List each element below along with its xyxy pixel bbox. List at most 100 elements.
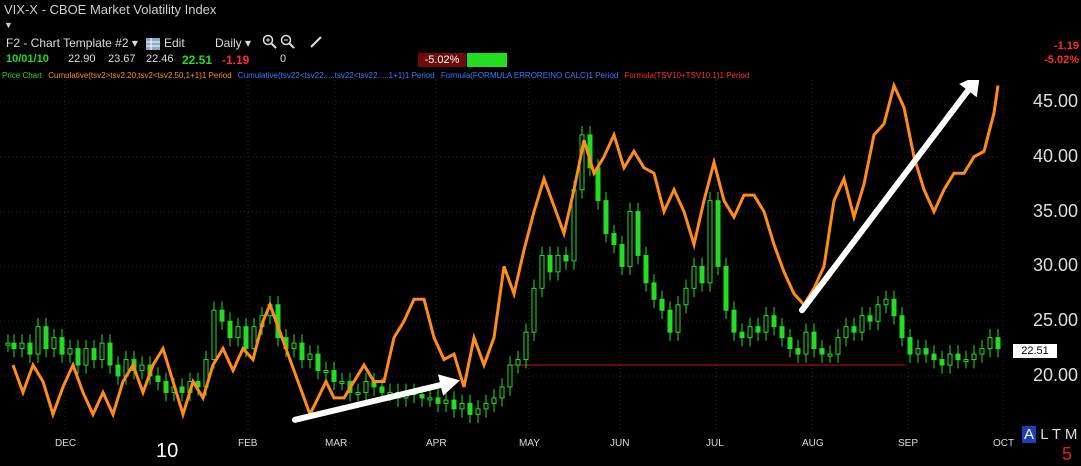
candle-body [27, 342, 33, 355]
x-tick-label: AUG [802, 438, 824, 449]
candle-body [331, 370, 337, 382]
trend-arrow-head-0 [437, 374, 460, 396]
quote-change: -1.19 [222, 53, 250, 67]
candle-body [931, 353, 937, 361]
candle-body [723, 265, 729, 311]
quote-high: 23.67 [108, 53, 136, 65]
candle-body [507, 364, 513, 388]
candle-body [675, 304, 681, 333]
candle-body [635, 211, 641, 256]
legend-indicator-2[interactable]: Cumulative(tsv22<tsv22.....tsv22<tsv22..… [238, 71, 435, 80]
candle-body [435, 397, 441, 404]
candle-body [307, 353, 313, 361]
candle-body [643, 254, 649, 284]
candle-body [939, 359, 945, 366]
scale-mode-rest[interactable]: L T M [1040, 426, 1077, 443]
candle-body [363, 380, 369, 393]
right-pct: -5.02% [1044, 54, 1079, 66]
candle-body [475, 408, 481, 415]
scale-mode-buttons[interactable]: A L T M [1022, 426, 1077, 443]
candle-body [227, 320, 233, 339]
x-tick-label: MAR [325, 438, 348, 449]
candle-body [883, 298, 889, 306]
candle-body [923, 348, 929, 355]
x-tick-label: JUN [610, 438, 630, 449]
candle-body [835, 337, 841, 355]
edit-button[interactable]: Edit [146, 36, 185, 50]
candle-body [515, 359, 521, 366]
candle-body [11, 342, 17, 350]
candle-body [843, 326, 849, 339]
candle-body [947, 353, 953, 366]
candle-body [179, 386, 185, 393]
legend-indicator-1[interactable]: Cumulative(tsv2>tsv2.20,tsv2<tsv2.50,1+1… [48, 71, 231, 80]
indicator-legend: Price Chart Cumulative(tsv2>tsv2.20,tsv2… [2, 71, 922, 80]
draw-pencil-icon[interactable] [308, 34, 324, 50]
candle-body [291, 342, 297, 350]
y-tick-label: 45.00 [1032, 91, 1078, 111]
title-dropdown-icon[interactable]: ▼ [4, 20, 13, 30]
candle-body [59, 337, 65, 355]
quote-volume: 0 [280, 53, 287, 65]
candle-body [91, 348, 97, 361]
candle-body [99, 342, 105, 361]
period-label: Daily [215, 36, 242, 50]
scale-mode-a[interactable]: A [1022, 426, 1037, 443]
grid-icon [146, 38, 160, 50]
right-change-panel: -1.19 -5.02% [1044, 40, 1079, 68]
candle-body [299, 342, 305, 361]
candle-body [819, 348, 825, 355]
candle-body [771, 315, 777, 328]
candle-body [115, 364, 121, 377]
y-tick-label: 40.00 [1032, 145, 1078, 166]
candle-body [155, 375, 161, 382]
candle-body [531, 287, 537, 333]
candle-body [323, 370, 329, 374]
candle-body [979, 348, 985, 355]
x-tick-label: DEC [55, 438, 77, 449]
candle-body [427, 397, 433, 401]
candle-body [459, 402, 465, 410]
candle-body [355, 391, 361, 395]
right-change: -1.19 [1053, 40, 1079, 52]
candle-body [611, 233, 617, 245]
candle-body [619, 243, 625, 267]
zoom-in-icon[interactable] [262, 34, 278, 50]
candle-body [499, 386, 505, 399]
edit-label: Edit [164, 36, 185, 50]
candle-body [419, 394, 425, 399]
candle-body [907, 337, 913, 355]
candle-body [699, 265, 705, 284]
candle-body [563, 254, 569, 262]
legend-indicator-3[interactable]: Formula(FORMULA ERROREINO CALC)1 Period [441, 71, 618, 80]
x-tick-label: OCT [993, 438, 1015, 449]
candle-body [315, 353, 321, 372]
candle-body [995, 337, 1001, 350]
price-chart[interactable] [0, 80, 1081, 430]
candle-body [43, 326, 49, 350]
quote-close: 22.51 [182, 53, 213, 67]
candle-body [75, 348, 81, 366]
candle-body [915, 348, 921, 355]
candle-body [707, 200, 713, 284]
quote-low: 22.46 [146, 53, 174, 65]
chart-template-dropdown[interactable]: F2 - Chart Template #2 ▾ [6, 36, 138, 50]
candle-body [51, 337, 57, 350]
legend-indicator-4[interactable]: Formula(TSV10+TSV10.1)1 Period [625, 71, 750, 80]
candle-body [603, 200, 609, 235]
period-dropdown[interactable]: Daily ▾ [215, 36, 251, 50]
candle-body [483, 402, 489, 410]
legend-price[interactable]: Price Chart [2, 71, 42, 80]
candle-body [899, 315, 905, 339]
candle-body [867, 315, 873, 322]
candle-body [963, 359, 969, 363]
zoom-out-icon[interactable] [280, 34, 296, 50]
last-price-box: 22.51 [1013, 344, 1057, 358]
candle-body [19, 342, 25, 350]
y-tick-label: 30.00 [1032, 255, 1078, 276]
pct-change-box: -5.02% [418, 53, 466, 67]
marker-five: 5 [1062, 444, 1073, 464]
candle-body [747, 326, 753, 339]
candle-body [787, 337, 793, 350]
candle-body [163, 380, 169, 393]
